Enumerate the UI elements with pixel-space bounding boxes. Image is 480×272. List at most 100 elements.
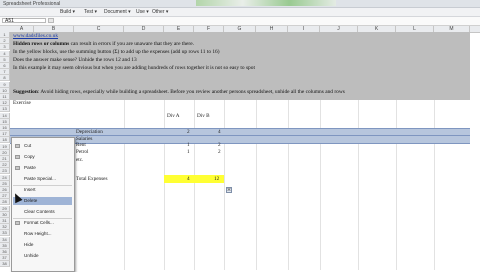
row-header-34[interactable]: 34 [0,236,10,243]
menu-bar: Build ▾ Test ▾ Document ▾ Use ▾ Other ▾ [0,8,480,17]
row-header-3[interactable]: 3 [0,44,10,51]
context-menu-paste[interactable]: Paste [13,164,72,172]
note-bold: Suggestion [13,89,38,95]
row-header-5[interactable]: 5 [0,56,10,63]
row-label: Petrol [76,149,89,155]
menu-use[interactable]: Use ▾ [136,9,149,15]
row-header-29[interactable]: 29 [0,205,10,212]
name-box[interactable]: A51 [2,18,46,24]
row-header-13[interactable]: 13 [0,106,10,113]
row-header-4[interactable]: 4 [0,50,10,57]
note-line-5: Suggestion: Avoid hiding rows, especiall… [13,89,345,95]
row-header-28[interactable]: 28 [0,199,10,206]
menu-item-label: Cut [24,143,32,148]
context-menu-clear-contents[interactable]: Clear Contents [13,208,72,216]
row-header-10[interactable]: 10 [0,87,10,94]
row-label: Rent [76,142,86,148]
menu-build[interactable]: Build ▾ [60,9,75,15]
note-text: : Avoid hiding rows, especially while bu… [37,89,345,95]
row-header-14[interactable]: 14 [0,112,10,119]
row-header-21[interactable]: 21 [0,156,10,162]
row-header-36[interactable]: 36 [0,249,10,255]
row-header-30[interactable]: 30 [0,211,10,218]
formula-bar: A51 [0,17,480,26]
note-text: In the yellow blocks, use the summing bu… [13,49,220,55]
menu-item-label: Paste Special... [24,176,56,181]
paste-options-icon[interactable]: ⌘ [226,187,232,193]
row-header-38[interactable]: 38 [0,261,10,268]
menu-item-label: Format Cells... [24,220,54,225]
context-menu-paste-special[interactable]: Paste Special... [13,175,72,183]
context-menu-cut[interactable]: Cut [13,142,72,150]
row-header-23[interactable]: 23 [0,168,10,175]
header-div-b: Div B [197,113,210,119]
context-menu-insert[interactable]: Insert [13,186,72,194]
note-line-4: In this example it may seem obvious but … [13,65,255,71]
row-header-8[interactable]: 8 [0,75,10,82]
gridline [194,100,195,270]
cell-div-b[interactable]: 2 [218,142,221,148]
row-header-19[interactable]: 19 [0,143,10,150]
cell-div-b[interactable]: 2 [218,149,221,155]
row-header-20[interactable]: 20 [0,149,10,156]
row-header-37[interactable]: 37 [0,255,10,262]
menu-item-label: Row Height... [24,231,52,236]
row-header-35[interactable]: 35 [0,242,10,249]
context-menu-hide[interactable]: Hide [13,241,72,249]
header-div-a: Div A [167,113,180,119]
row-header-27[interactable]: 27 [0,193,10,200]
title-decoration [196,0,336,6]
menu-item-label: Paste [24,165,36,170]
scissors-icon [15,144,20,148]
cell-div-a[interactable]: 2 [187,129,190,135]
row-header-22[interactable]: 22 [0,162,10,169]
row-header-16[interactable]: 16 [0,125,10,131]
format-cells-icon [15,221,20,225]
menu-item-label: Copy [24,154,35,159]
gridline [256,100,257,270]
context-menu-unhide[interactable]: Unhide [13,252,72,260]
context-menu: Cut Copy Paste Paste Special... Insert D… [11,137,75,272]
cell-div-a[interactable]: 1 [187,149,190,155]
row-label: Depreciation [76,129,103,135]
row-header-31[interactable]: 31 [0,218,10,224]
total-div-b-cell[interactable] [194,175,224,183]
note-line-3: Does the answer make sense? Unhide the r… [13,57,137,63]
clipboard-icon [15,166,20,170]
row-header-15[interactable]: 15 [0,118,10,125]
context-menu-copy[interactable]: Copy [13,153,72,161]
row-header-24[interactable]: 24 [0,174,10,181]
row-header-6[interactable]: 6 [0,63,10,69]
gridline [358,100,359,270]
context-menu-row-height[interactable]: Row Height... [13,230,72,238]
row-header-18[interactable]: 18 [0,137,10,144]
website-link[interactable]: www.dadsfiles.co.uk [13,33,58,39]
gridline [124,100,125,270]
row-header-9[interactable]: 9 [0,81,10,88]
row-header-12[interactable]: 12 [0,100,10,107]
note-text: can result in errors if you are unaware … [69,41,194,47]
menu-item-label: Unhide [24,253,39,258]
row-header-17[interactable]: 17 [0,131,10,138]
cell-div-a[interactable]: 1 [187,142,190,148]
menu-item-label: Delete [24,198,38,203]
row-header-7[interactable]: 7 [0,69,10,76]
row-header-11[interactable]: 11 [0,94,10,100]
row-header-32[interactable]: 32 [0,224,10,231]
row-header-26[interactable]: 26 [0,187,10,193]
note-line-2: In the yellow blocks, use the summing bu… [13,49,220,55]
menu-test[interactable]: Test ▾ [84,9,97,15]
function-icon[interactable] [48,18,54,23]
row-header-25[interactable]: 25 [0,180,10,187]
menu-document[interactable]: Document ▾ [104,9,131,15]
menu-item-label: Clear Contents [24,209,55,214]
row-header-2[interactable]: 2 [0,38,10,45]
gridline [288,100,289,270]
row-header-1[interactable]: 1 [0,32,10,38]
row-header-33[interactable]: 33 [0,230,10,237]
cell-div-b[interactable]: 4 [218,129,221,135]
menu-other[interactable]: Other ▾ [152,9,168,15]
context-menu-format-cells[interactable]: Format Cells... [13,219,72,227]
note-line-1: Hidden rows or columns can result in err… [13,41,194,47]
gridline [224,100,225,270]
